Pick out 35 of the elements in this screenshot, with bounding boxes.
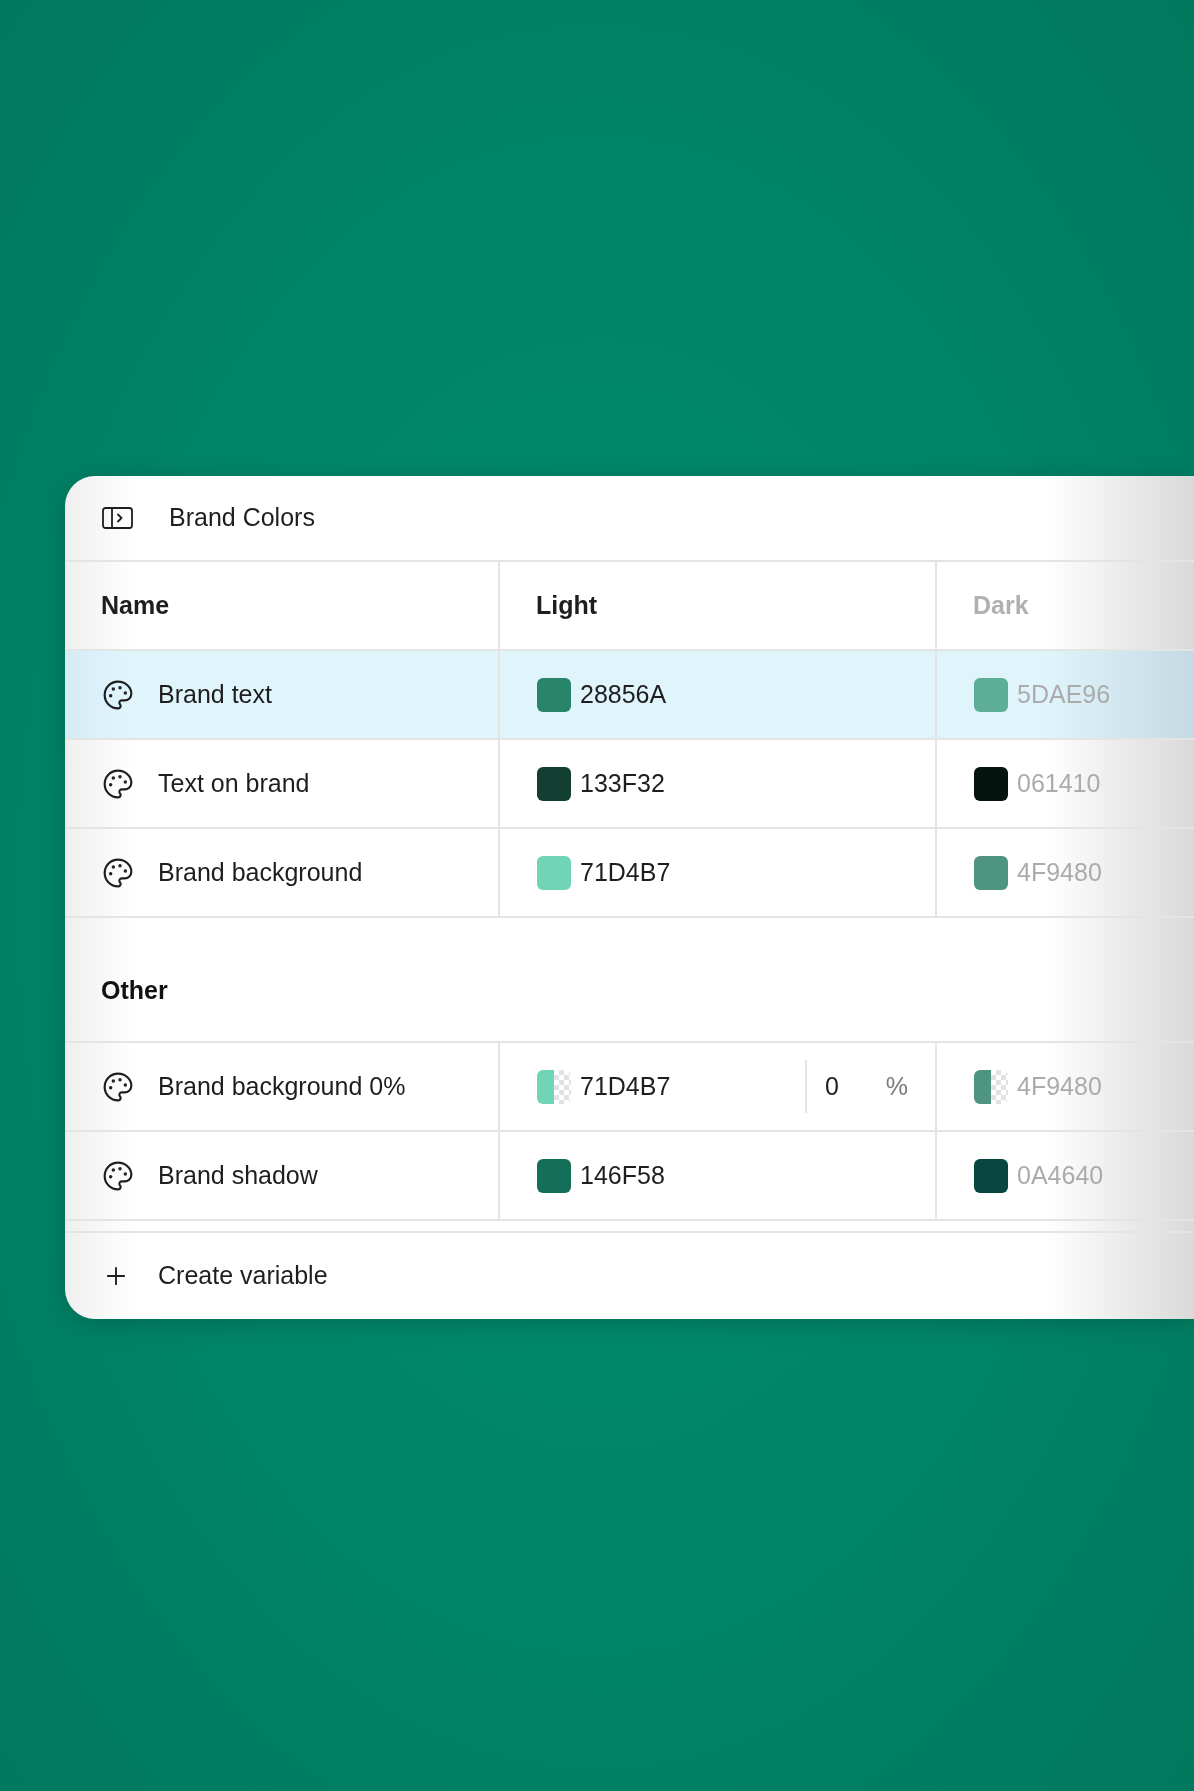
hex-value: 28856A [580, 678, 667, 710]
group-heading: Other [101, 974, 168, 1006]
swatch-icon [974, 1069, 1008, 1104]
hex-value: 71D4B7 [580, 856, 671, 888]
table-row[interactable]: Brand background 71D4B7 4F9480 [65, 829, 1194, 918]
variable-name: Brand background 0% [158, 1070, 406, 1102]
variable-name: Brand text [158, 678, 272, 710]
hex-value: 133F32 [580, 767, 665, 799]
palette-icon [102, 678, 134, 711]
palette-icon [102, 1159, 134, 1192]
hex-value: 146F58 [580, 1159, 665, 1191]
create-variable-button[interactable]: Create variable [102, 1257, 328, 1295]
hex-value: 0A4640 [1017, 1159, 1104, 1191]
panel-title: Brand Colors [169, 502, 315, 534]
column-header: Dark [973, 589, 1029, 621]
variable-name: Brand shadow [158, 1159, 318, 1191]
hex-value: 061410 [1017, 767, 1101, 799]
hex-value: 5DAE96 [1017, 678, 1111, 710]
swatch-icon [537, 1069, 571, 1104]
palette-icon [102, 767, 134, 800]
table-row[interactable]: Brand background 0% 71D4B7 0 % 4F9480 [65, 1043, 1194, 1132]
hex-value: 4F9480 [1017, 1070, 1102, 1102]
opacity-field[interactable]: 0 % [805, 1060, 918, 1113]
hex-value: 71D4B7 [580, 1070, 671, 1102]
column-header: Name [101, 589, 170, 621]
hex-value: 4F9480 [1017, 856, 1102, 888]
table-row[interactable]: Brand shadow 146F58 0A4640 [65, 1132, 1194, 1221]
variable-name: Text on brand [158, 767, 310, 799]
sidebar-toggle-icon[interactable] [102, 507, 133, 529]
table-row[interactable]: Text on brand 133F32 061410 [65, 740, 1194, 829]
palette-icon [102, 856, 134, 889]
palette-icon [102, 1070, 134, 1103]
column-header: Light [536, 589, 598, 621]
variable-name: Brand background [158, 856, 363, 888]
table-row[interactable]: Brand text 28856A 5DAE96 [65, 651, 1194, 740]
